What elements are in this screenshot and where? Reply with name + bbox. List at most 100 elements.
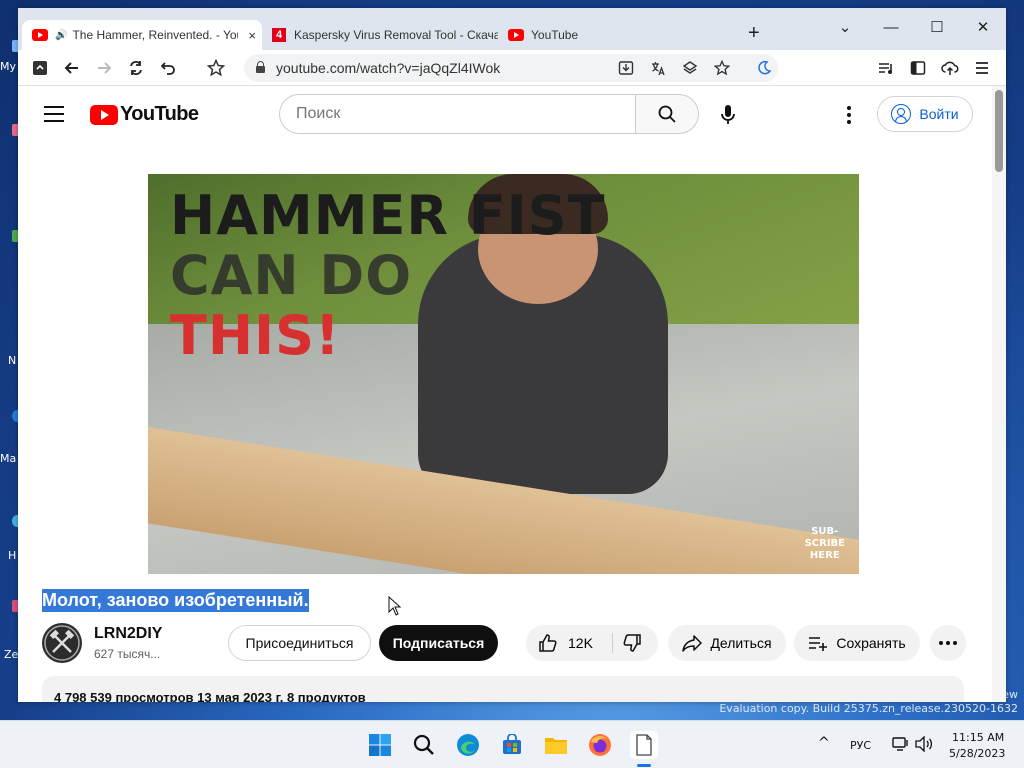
like-count: 12K (568, 635, 593, 651)
settings-more-icon[interactable] (844, 106, 854, 124)
page-scrollbar[interactable] (992, 86, 1006, 702)
tab-youtube[interactable]: YouTube (498, 20, 728, 50)
desktop-label: N (8, 354, 17, 367)
minimize-button[interactable]: — (868, 14, 914, 40)
favorite-star-icon[interactable] (710, 56, 734, 80)
video-title: Молот, заново изобретенный. (42, 589, 309, 612)
video-player[interactable]: HAMMER FIST CAN DO THIS! SUB- SCRIBE HER… (148, 174, 859, 574)
sidebar-toggle-icon[interactable] (28, 56, 52, 80)
guide-menu-icon[interactable] (44, 106, 64, 122)
youtube-logo[interactable]: YouTube (90, 103, 199, 126)
extension-layers-icon[interactable] (678, 56, 702, 80)
subscribe-overlay-line: HERE (809, 550, 840, 561)
share-arrow-icon (682, 635, 703, 652)
file-explorer-icon[interactable] (542, 731, 570, 759)
thumbs-up-icon (539, 634, 557, 652)
clock-date[interactable]: 5/28/2023 (949, 747, 1005, 760)
subscribe-button[interactable]: Подписаться (379, 625, 498, 661)
join-button[interactable]: Присоединиться (228, 625, 371, 661)
address-bar[interactable]: youtube.com/watch?v=jaQqZl4IWok (244, 54, 778, 82)
input-language[interactable]: РУС (850, 739, 871, 752)
lock-icon[interactable] (256, 61, 265, 73)
sign-in-label: Войти (919, 106, 959, 122)
undo-icon[interactable] (156, 56, 180, 80)
description-box[interactable]: 4 798 539 просмотров 13 мая 2023 г. 8 пр… (42, 676, 964, 702)
youtube-favicon-icon (32, 29, 48, 41)
windows-start-icon[interactable] (366, 731, 394, 759)
channel-avatar[interactable] (42, 623, 82, 663)
back-button[interactable] (60, 56, 84, 80)
browser-menu-icon[interactable] (970, 56, 994, 80)
like-dislike-bar: 12K (526, 625, 658, 661)
translate-icon[interactable] (646, 56, 670, 80)
youtube-wordmark: YouTube (120, 103, 199, 125)
tab-strip: 🔊 The Hammer, Reinvented. - YouTube × 4 … (18, 8, 1006, 50)
close-window-button[interactable]: ✕ (960, 14, 1006, 40)
firefox-icon[interactable] (586, 731, 614, 759)
tab-close-icon[interactable]: × (248, 28, 256, 43)
browser-toolbar: youtube.com/watch?v=jaQqZl4IWok (18, 50, 1006, 86)
speaker-icon[interactable]: 🔊 (55, 30, 67, 41)
edge-browser-icon[interactable] (454, 731, 482, 759)
search-button[interactable] (635, 94, 699, 134)
browser-window: 🔊 The Hammer, Reinvented. - YouTube × 4 … (18, 8, 1006, 702)
forward-button[interactable] (92, 56, 116, 80)
dark-mode-moon-icon[interactable] (752, 56, 776, 80)
address-url: youtube.com/watch?v=jaQqZl4IWok (276, 60, 501, 76)
account-icon (891, 104, 912, 124)
show-hidden-icons-chevron[interactable]: ^ (818, 735, 830, 751)
cloud-sync-icon[interactable] (938, 56, 962, 80)
download-icon[interactable] (614, 56, 638, 80)
desktop-label: Ze (4, 648, 19, 661)
desktop-label: H (8, 549, 17, 562)
add-to-playlist-icon (809, 637, 828, 651)
active-app-indicator (637, 764, 651, 767)
sign-in-button[interactable]: Войти (877, 96, 973, 132)
voice-search-mic-icon[interactable] (718, 104, 738, 126)
desktop-label: My (0, 60, 17, 73)
tab-search-chevron-icon[interactable]: ⌄ (822, 14, 868, 40)
notepad-icon[interactable] (630, 731, 658, 759)
like-button[interactable]: 12K (538, 633, 593, 653)
thumbs-down-icon (623, 634, 641, 652)
search-input[interactable] (279, 94, 635, 134)
tab-youtube-video[interactable]: 🔊 The Hammer, Reinvented. - YouTube × (22, 20, 262, 50)
store-icon[interactable] (498, 731, 526, 759)
channel-name[interactable]: LRN2DIY (94, 625, 162, 643)
reload-button[interactable] (124, 56, 148, 80)
desktop-label: Ma (0, 452, 17, 465)
youtube-favicon-icon (508, 29, 524, 41)
scrollbar-thumb[interactable] (995, 90, 1003, 172)
video-overlay-line3: THIS! (170, 304, 341, 367)
maximize-button[interactable]: ☐ (914, 14, 960, 40)
save-label: Сохранять (836, 635, 906, 651)
video-overlay-line2: CAN DO (170, 244, 413, 307)
split-view-icon[interactable] (906, 56, 930, 80)
subscribe-overlay-line: SUB- (811, 526, 839, 537)
tab-title: YouTube (531, 28, 579, 42)
taskbar: ^ РУС 11:15 AM 5/28/2023 (0, 720, 1024, 768)
tab-title: The Hammer, Reinvented. - YouTube (72, 28, 238, 42)
subscribe-overlay: SUB- SCRIBE HERE (805, 526, 845, 562)
new-tab-button[interactable]: + (748, 22, 760, 45)
tab-kaspersky[interactable]: 4 Kaspersky Virus Removal Tool - Скача (262, 20, 498, 50)
like-divider (612, 633, 613, 653)
save-button[interactable]: Сохранять (794, 625, 920, 661)
views-date-products: 4 798 539 просмотров 13 мая 2023 г. 8 пр… (54, 690, 366, 702)
clock-time[interactable]: 11:15 AM (952, 731, 1004, 744)
bookmark-star-icon[interactable] (204, 56, 228, 80)
search-icon (658, 105, 676, 123)
mouse-cursor-icon (388, 596, 402, 616)
video-overlay-line1: HAMMER FIST (170, 184, 606, 247)
youtube-page: YouTube Войти HAMMER FIST CAN DO THIS! (18, 86, 992, 702)
network-icon[interactable] (892, 736, 910, 757)
reading-list-icon[interactable] (874, 56, 898, 80)
watermark-build: Evaluation copy. Build 25375.zn_release.… (719, 702, 1018, 715)
share-button[interactable]: Делиться (668, 625, 786, 661)
volume-icon[interactable] (915, 735, 933, 757)
dislike-button[interactable] (622, 633, 642, 656)
share-label: Делиться (710, 635, 772, 651)
taskbar-search-icon[interactable] (410, 731, 438, 759)
search-bar (279, 94, 699, 134)
more-actions-button[interactable] (930, 625, 966, 661)
